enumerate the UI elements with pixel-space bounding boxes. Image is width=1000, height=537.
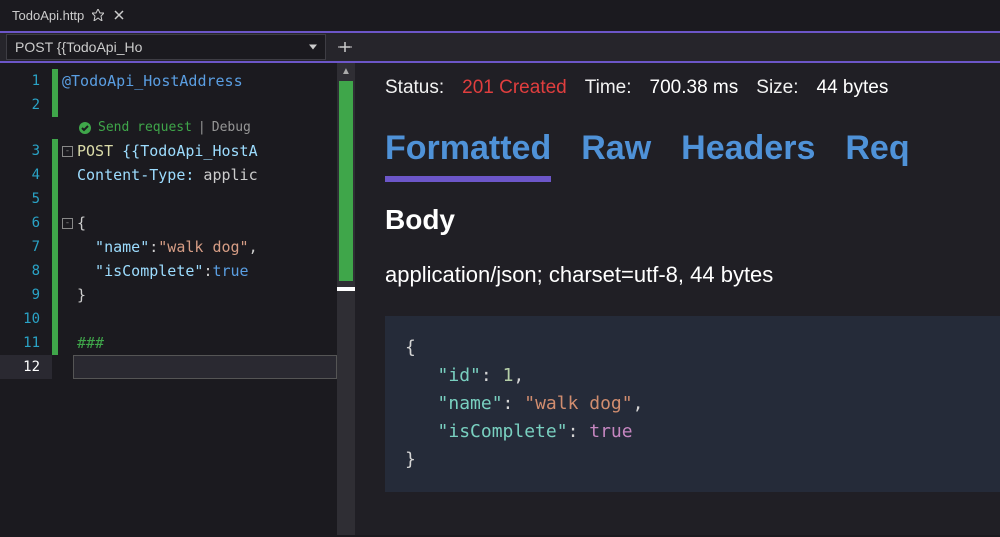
code-text: Content-Type: (77, 166, 194, 184)
json-string: "walk dog" (524, 393, 632, 414)
response-view-tabs: Formatted Raw Headers Req (385, 129, 1000, 182)
codelens-separator: | (198, 117, 206, 139)
line-number: 2 (0, 93, 52, 117)
time-value: 700.38 ms (650, 77, 739, 99)
codelens: Send request | Debug (58, 117, 337, 139)
editor-pane: 1 2 3 4 5 6 7 8 9 10 11 12 @TodoApi_Host… (0, 63, 355, 535)
size-label: Size: (756, 77, 798, 99)
json-key: "isComplete" (438, 421, 568, 442)
json-brace: } (405, 449, 416, 470)
json-bool: true (589, 421, 632, 442)
code-text: , (249, 238, 258, 256)
tab-formatted[interactable]: Formatted (385, 129, 551, 182)
fold-marker[interactable]: - (62, 218, 73, 229)
line-number: 6 (0, 211, 52, 235)
line-number-gutter: 1 2 3 4 5 6 7 8 9 10 11 12 (0, 63, 52, 535)
tab-todoapi[interactable]: TodoApi.http (0, 0, 134, 31)
status-value: 201 Created (462, 77, 567, 99)
code-text: {{TodoApi_HostA (113, 142, 258, 160)
check-icon (78, 121, 92, 135)
code-editor[interactable]: @TodoApi_HostAddress Send request | Debu… (58, 63, 337, 535)
tab-raw[interactable]: Raw (581, 129, 651, 182)
line-number: 10 (0, 307, 52, 331)
chevron-down-icon (309, 45, 317, 50)
line-number: 9 (0, 283, 52, 307)
json-brace: { (405, 337, 416, 358)
scroll-up-icon[interactable]: ▲ (337, 63, 355, 79)
response-json-block[interactable]: { "id": 1, "name": "walk dog", "isComple… (385, 316, 1000, 492)
tab-strip: TodoApi.http (0, 0, 1000, 33)
debug-link[interactable]: Debug (212, 117, 251, 139)
tab-headers[interactable]: Headers (681, 129, 815, 182)
line-number: 5 (0, 187, 52, 211)
close-icon[interactable] (113, 9, 126, 22)
code-text: ### (77, 334, 104, 352)
json-number: 1 (503, 365, 514, 386)
status-label: Status: (385, 77, 444, 99)
code-text: "walk dog" (158, 238, 248, 256)
split-container: 1 2 3 4 5 6 7 8 9 10 11 12 @TodoApi_Host… (0, 63, 1000, 535)
request-toolbar: POST {{TodoApi_Ho (0, 33, 1000, 63)
status-row: Status: 201 Created Time: 700.38 ms Size… (385, 77, 1000, 99)
body-heading: Body (385, 204, 1000, 236)
body-meta: application/json; charset=utf-8, 44 byte… (385, 262, 1000, 288)
tab-title: TodoApi.http (12, 8, 84, 23)
code-text: @TodoApi_HostAddress (62, 72, 243, 90)
request-address-text: POST {{TodoApi_Ho (15, 39, 142, 55)
fold-marker[interactable]: - (62, 146, 73, 157)
pin-icon[interactable] (92, 9, 105, 22)
time-label: Time: (585, 77, 632, 99)
code-text: : (149, 238, 158, 256)
send-request-link[interactable]: Send request (98, 117, 192, 139)
code-text: "name" (77, 238, 149, 256)
size-value: 44 bytes (817, 77, 889, 99)
line-number: 4 (0, 163, 52, 187)
code-text: { (77, 214, 86, 232)
vertical-scrollbar[interactable]: ▲ (337, 63, 355, 535)
code-text: "isComplete" (77, 262, 203, 280)
line-number: 3 (0, 139, 52, 163)
code-text: POST (77, 142, 113, 160)
toolbar-left: POST {{TodoApi_Ho (0, 34, 358, 60)
code-text: applic (194, 166, 257, 184)
json-key: "id" (438, 365, 481, 386)
line-number: 12 (0, 355, 52, 379)
json-key: "name" (438, 393, 503, 414)
add-request-button[interactable] (332, 34, 358, 60)
line-number: 1 (0, 69, 52, 93)
code-text: true (212, 262, 248, 280)
line-number: 7 (0, 235, 52, 259)
request-address-combo[interactable]: POST {{TodoApi_Ho (6, 34, 326, 60)
line-number: 11 (0, 331, 52, 355)
tab-request[interactable]: Req (845, 129, 909, 182)
line-number: 8 (0, 259, 52, 283)
code-text: } (77, 286, 86, 304)
response-pane: Status: 201 Created Time: 700.38 ms Size… (355, 63, 1000, 535)
